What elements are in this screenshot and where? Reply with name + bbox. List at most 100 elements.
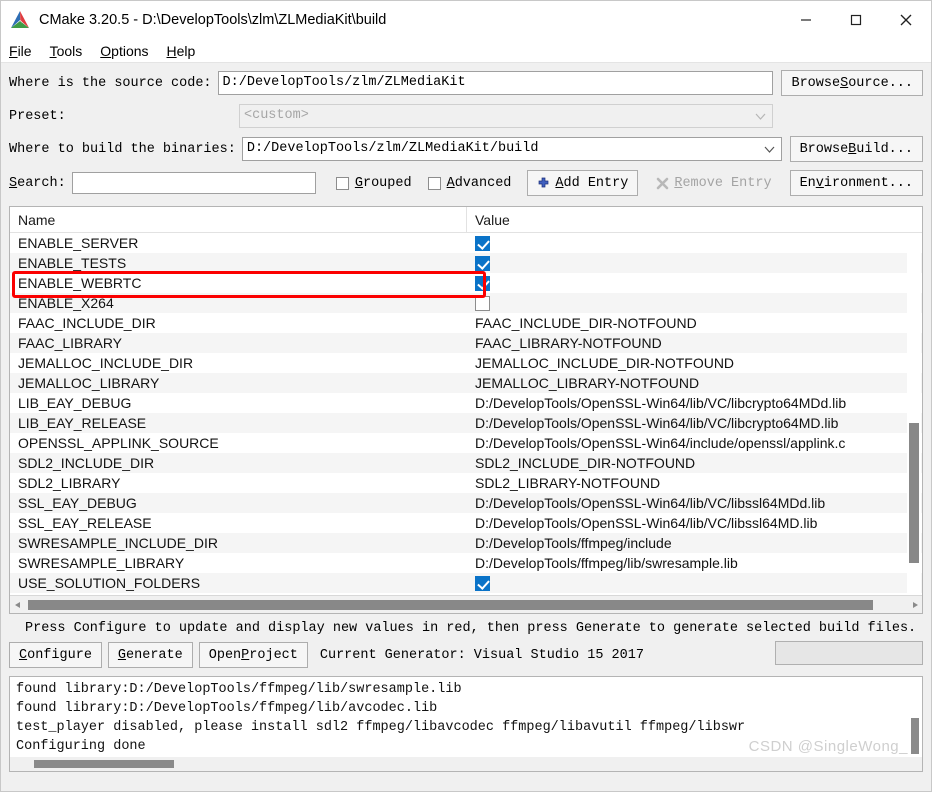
cache-variable-value[interactable]: D:/DevelopTools/OpenSSL-Win64/include/op… [467,433,922,453]
scroll-left-arrow-icon[interactable] [10,596,25,614]
table-vertical-scrollbar-thumb[interactable] [909,423,919,563]
cache-variable-value[interactable] [467,275,922,291]
column-header-name[interactable]: Name [10,207,467,232]
cache-variable-value[interactable] [467,295,922,311]
cache-variable-name: JEMALLOC_INCLUDE_DIR [18,355,194,371]
cache-variable-value[interactable]: SDL2_LIBRARY-NOTFOUND [467,473,922,493]
table-row[interactable]: SDL2_INCLUDE_DIR SDL2_INCLUDE_DIR-NOTFOUN… [10,453,922,473]
build-label: Where to build the binaries: [9,141,236,157]
table-row[interactable]: ENABLE_WEBRTC [10,273,922,293]
cache-variable-value[interactable]: D:/DevelopTools/OpenSSL-Win64/lib/VC/lib… [467,413,922,433]
table-row[interactable]: JEMALLOC_LIBRARY JEMALLOC_LIBRARY-NOTFOUN… [10,373,922,393]
preset-combobox[interactable]: <custom> [239,104,774,128]
grouped-label-rest: rouped [362,175,412,191]
cache-variable-value[interactable]: JEMALLOC_LIBRARY-NOTFOUND [467,373,922,393]
minimize-button[interactable] [781,1,831,39]
table-row[interactable]: ENABLE_SERVER [10,233,922,253]
browse-source-post: ource... [848,75,913,91]
environment-button[interactable]: En v ironment... [789,170,923,196]
table-row[interactable]: JEMALLOC_INCLUDE_DIR JEMALLOC_INCLUDE_DIR… [10,353,922,373]
cache-variable-value[interactable]: D:/DevelopTools/ffmpeg/lib/swresample.li… [467,553,922,573]
generate-mnemonic: G [117,647,127,663]
table-horizontal-scroll-track[interactable] [25,596,907,614]
scroll-right-arrow-icon[interactable] [907,596,922,614]
cache-value-checkbox[interactable] [475,255,490,271]
log-horizontal-scrollbar-thumb[interactable] [34,760,174,768]
menu-file-rest: ile [17,42,32,59]
table-vertical-scrollbar[interactable] [907,233,921,595]
menu-item-file[interactable]: File [9,43,32,59]
menu-file-mnemonic: F [9,42,18,59]
advanced-checkbox[interactable]: Advanced [427,176,511,191]
cache-variable-name: SDL2_LIBRARY [18,475,121,491]
source-path-input[interactable]: D:/DevelopTools/zlm/ZLMediaKit [217,71,774,95]
menu-item-tools[interactable]: Tools [50,43,83,59]
cache-variable-name: LIB_EAY_RELEASE [18,415,147,431]
maximize-button[interactable] [831,1,881,39]
grouped-checkbox[interactable]: Grouped [335,175,412,191]
cache-variables-table[interactable]: Name Value ENABLE_SERVER ENABLE_TESTS ENAB… [9,206,923,614]
cache-variable-value[interactable]: D:/DevelopTools/OpenSSL-Win64/lib/VC/lib… [467,493,922,513]
close-button[interactable] [881,1,931,39]
table-row[interactable]: LIB_EAY_RELEASE D:/DevelopTools/OpenSSL-W… [10,413,922,433]
table-row[interactable]: LIB_EAY_DEBUG D:/DevelopTools/OpenSSL-Win… [10,393,922,413]
window-title: CMake 3.20.5 - D:\DevelopTools\zlm\ZLMed… [39,12,387,28]
menu-item-options[interactable]: Options [100,43,148,59]
table-horizontal-scrollbar[interactable] [10,595,922,613]
cache-variable-value[interactable]: D:/DevelopTools/OpenSSL-Win64/lib/VC/lib… [467,513,922,533]
table-row[interactable]: SWRESAMPLE_INCLUDE_DIR D:/DevelopTools/ff… [10,533,922,553]
table-row[interactable]: FAAC_INCLUDE_DIR FAAC_INCLUDE_DIR-NOTFOUN… [10,313,922,333]
cache-variable-value[interactable]: FAAC_INCLUDE_DIR-NOTFOUND [467,313,922,333]
menu-options-mnemonic: O [100,42,112,59]
table-horizontal-scrollbar-thumb[interactable] [28,599,873,610]
cache-variable-value[interactable]: FAAC_LIBRARY-NOTFOUND [467,333,922,353]
open-project-button[interactable]: Open Project [198,642,308,668]
generate-button[interactable]: Generate [107,642,193,668]
log-output-panel[interactable]: found library:D:/DevelopTools/ffmpeg/lib… [9,676,923,772]
cache-variable-value[interactable] [467,235,922,251]
cache-variable-value[interactable]: D:/DevelopTools/ffmpeg/include [467,533,922,553]
table-row[interactable]: SWRESAMPLE_LIBRARY D:/DevelopTools/ffmpeg… [10,553,922,573]
cache-variable-value[interactable]: SDL2_INCLUDE_DIR-NOTFOUND [467,453,922,473]
environment-pre: En [799,175,816,191]
table-row[interactable]: USE_SOLUTION_FOLDERS [10,573,922,593]
environment-mnemonic: v [815,175,824,191]
cache-variable-value[interactable] [467,575,922,591]
add-entry-mnemonic: A [555,175,564,191]
cache-variable-value[interactable]: D:/DevelopTools/OpenSSL-Win64/lib/VC/lib… [467,393,922,413]
table-row[interactable]: FAAC_LIBRARY FAAC_LIBRARY-NOTFOUND [10,333,922,353]
source-row: Where is the source code: D:/DevelopTool… [9,70,923,96]
table-row[interactable]: SDL2_LIBRARY SDL2_LIBRARY-NOTFOUND [10,473,922,493]
table-row[interactable]: ENABLE_X264 [10,293,922,313]
open-project-post: roject [249,647,298,663]
cache-variable-value[interactable]: JEMALLOC_INCLUDE_DIR-NOTFOUND [467,353,922,373]
cache-value-checkbox[interactable] [475,275,490,291]
add-entry-button[interactable]: Add Entry [527,170,639,196]
table-row[interactable]: ENABLE_TESTS [10,253,922,273]
cache-variable-name: ENABLE_SERVER [18,235,139,251]
log-horizontal-scrollbar[interactable] [10,757,922,771]
menu-help-rest: elp [176,42,196,59]
cache-variable-name: ENABLE_TESTS [18,255,127,271]
table-row[interactable]: SSL_EAY_RELEASE D:/DevelopTools/OpenSSL-W… [10,513,922,533]
cache-value-checkbox[interactable] [475,295,490,311]
menu-item-help[interactable]: Help [167,43,196,59]
plus-icon [537,177,550,190]
search-input[interactable] [71,172,316,194]
cache-value-checkbox[interactable] [475,235,490,251]
menu-tools-rest: ools [56,42,83,59]
browse-build-button[interactable]: Browse Build... [789,136,923,162]
cache-variable-value[interactable] [467,255,922,271]
cache-value-checkbox[interactable] [475,575,490,591]
maximize-icon [850,14,862,26]
column-header-value[interactable]: Value [467,207,922,232]
build-path-combobox[interactable]: D:/DevelopTools/zlm/ZLMediaKit/build [241,137,782,161]
cache-variable-name: LIB_EAY_DEBUG [18,395,132,411]
open-project-pre: Open [208,647,242,663]
table-row[interactable]: SSL_EAY_DEBUG D:/DevelopTools/OpenSSL-Win… [10,493,922,513]
browse-build-pre: Browse [799,141,849,157]
browse-source-button[interactable]: Browse Source... [781,70,923,96]
table-row[interactable]: OPENSSL_APPLINK_SOURCE D:/DevelopTools/Op… [10,433,922,453]
configure-button[interactable]: Configure [9,642,102,668]
log-vertical-scrollbar-thumb[interactable] [911,718,919,754]
